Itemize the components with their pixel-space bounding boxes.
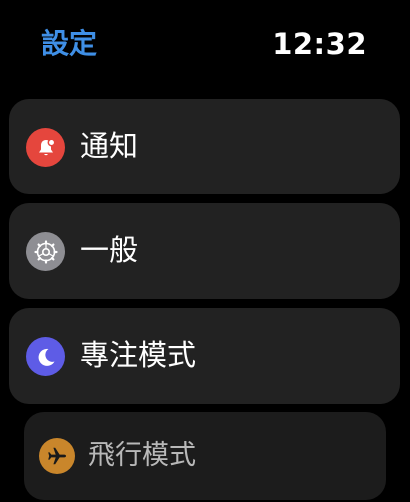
menu-item-label: 通知 (80, 129, 139, 163)
gear-icon (26, 232, 65, 271)
clock-time: 12:32 (272, 27, 367, 61)
status-header: 設定 12:32 (0, 0, 410, 90)
menu-item-notifications[interactable]: 通知 (9, 99, 400, 194)
airplane-icon (39, 438, 75, 474)
menu-item-airplane-mode[interactable]: 飛行模式 (24, 412, 386, 500)
menu-item-general[interactable]: 一般 (9, 203, 400, 299)
menu-item-focus[interactable]: 專注模式 (9, 308, 400, 404)
menu-item-label: 飛行模式 (88, 440, 196, 471)
menu-item-label: 專注模式 (80, 338, 197, 372)
menu-item-label: 一般 (80, 233, 139, 267)
back-button-settings[interactable]: 設定 (41, 24, 97, 64)
moon-icon (26, 337, 65, 376)
bell-icon (26, 128, 65, 167)
